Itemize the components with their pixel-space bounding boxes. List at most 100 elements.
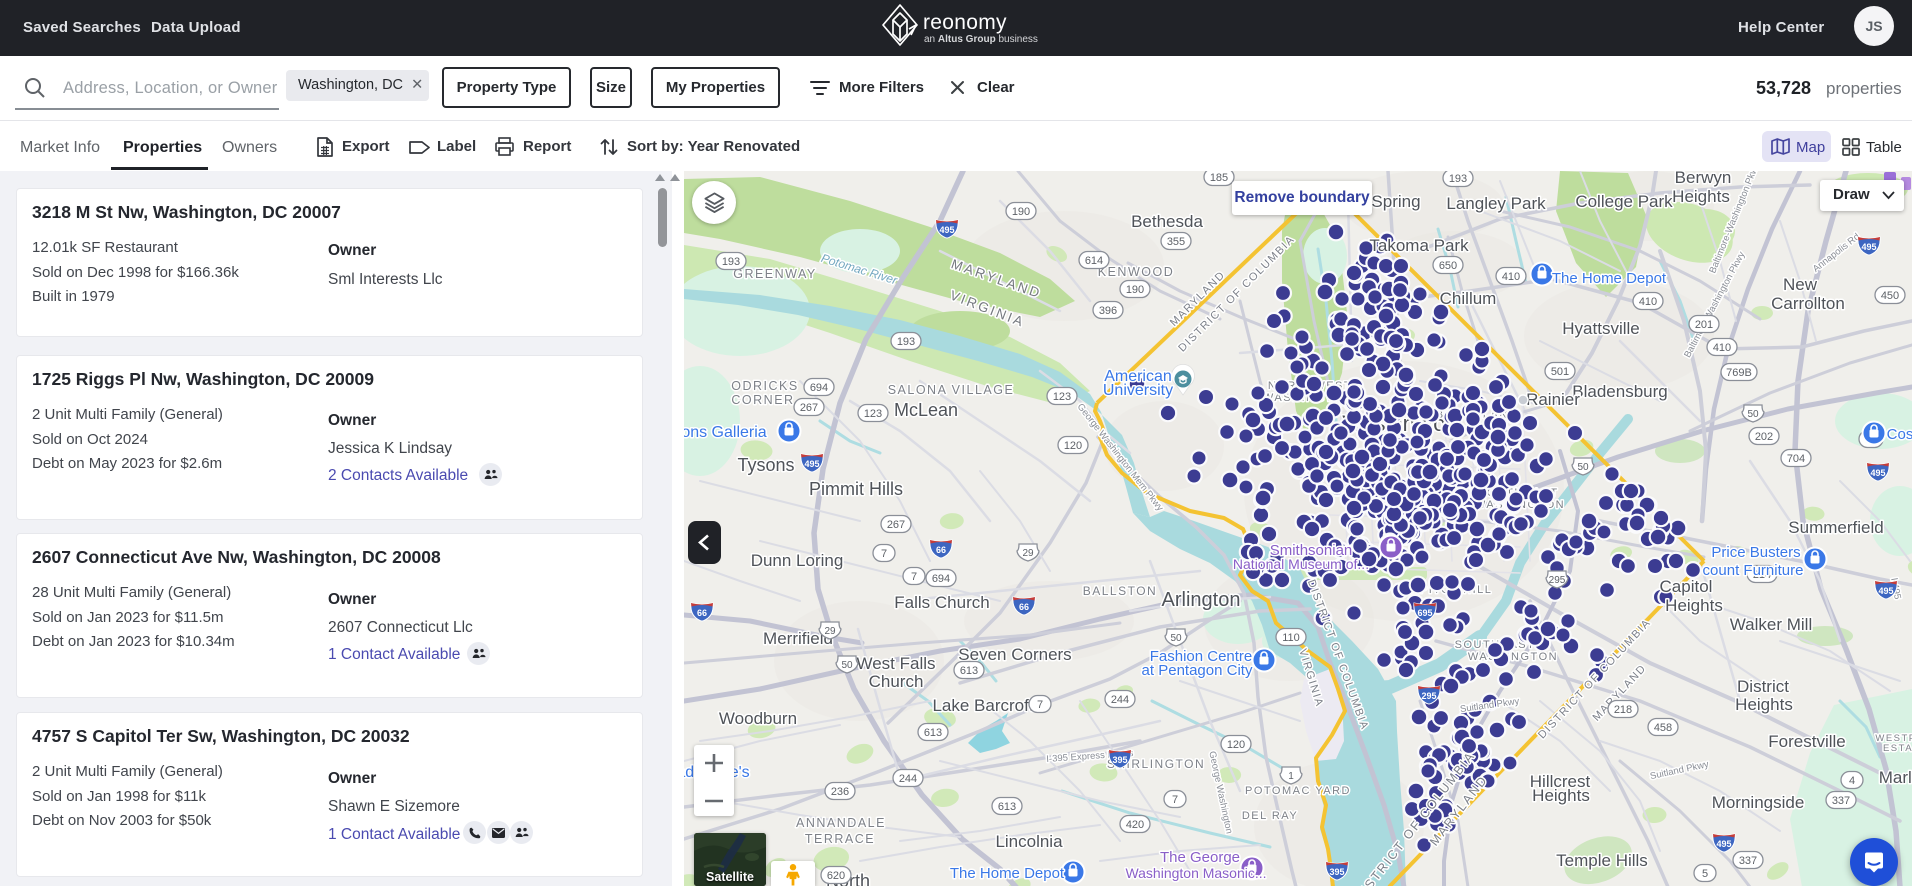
- svg-text:193: 193: [1449, 173, 1467, 185]
- svg-text:KENWOOD: KENWOOD: [1098, 265, 1174, 279]
- svg-text:201: 201: [1695, 319, 1713, 331]
- svg-text:ANNANDALE: ANNANDALE: [796, 816, 886, 830]
- svg-text:Washington Masonic...: Washington Masonic...: [1125, 865, 1266, 881]
- svg-text:244: 244: [899, 773, 917, 785]
- svg-text:295: 295: [1421, 691, 1436, 701]
- svg-text:495: 495: [1870, 468, 1885, 478]
- svg-text:Walker Mill: Walker Mill: [1730, 615, 1812, 634]
- svg-text:495: 495: [804, 459, 819, 469]
- svg-text:POTOMAC YARD: POTOMAC YARD: [1245, 785, 1351, 797]
- svg-text:193: 193: [722, 256, 740, 268]
- svg-text:The George: The George: [1160, 849, 1240, 866]
- svg-text:193: 193: [897, 336, 915, 348]
- svg-text:410: 410: [1713, 342, 1731, 354]
- svg-text:410: 410: [1502, 271, 1520, 283]
- svg-text:29: 29: [824, 626, 836, 637]
- svg-text:410: 410: [1639, 296, 1657, 308]
- svg-text:337: 337: [1832, 795, 1850, 807]
- svg-text:29: 29: [1022, 548, 1034, 559]
- svg-text:495: 495: [939, 225, 954, 235]
- svg-text:355: 355: [1167, 236, 1185, 248]
- svg-text:Cos: Cos: [1887, 426, 1912, 443]
- svg-text:Forestville: Forestville: [1768, 732, 1845, 751]
- svg-text:123: 123: [1053, 391, 1071, 403]
- svg-text:613: 613: [960, 665, 978, 677]
- svg-text:66: 66: [936, 545, 946, 555]
- svg-text:66: 66: [697, 608, 707, 618]
- svg-text:66: 66: [1019, 602, 1029, 612]
- svg-text:202: 202: [1755, 431, 1773, 443]
- svg-text:396: 396: [1099, 305, 1117, 317]
- svg-text:count Furniture: count Furniture: [1703, 562, 1804, 579]
- svg-text:613: 613: [924, 727, 942, 739]
- svg-text:420: 420: [1126, 819, 1144, 831]
- svg-text:267: 267: [800, 402, 818, 414]
- svg-text:395: 395: [1112, 755, 1127, 765]
- svg-text:Langley Park: Langley Park: [1446, 194, 1546, 213]
- svg-text:Bladensburg: Bladensburg: [1572, 382, 1667, 401]
- svg-text:50: 50: [1170, 633, 1182, 644]
- svg-text:50: 50: [1577, 462, 1589, 473]
- svg-text:614: 614: [1085, 255, 1103, 267]
- svg-text:Carrollton: Carrollton: [1771, 294, 1845, 313]
- svg-text:7: 7: [1172, 794, 1178, 806]
- svg-text:GREENWAY: GREENWAY: [733, 267, 817, 281]
- svg-text:ESTA: ESTA: [1883, 743, 1912, 754]
- svg-text:694: 694: [932, 573, 950, 585]
- svg-text:458: 458: [1654, 722, 1672, 734]
- svg-text:Heights: Heights: [1532, 786, 1590, 805]
- svg-text:at Pentagon City: at Pentagon City: [1142, 662, 1253, 679]
- svg-text:West Falls: West Falls: [856, 654, 935, 673]
- svg-text:267: 267: [887, 519, 905, 531]
- svg-text:Spring: Spring: [1371, 192, 1420, 211]
- svg-text:CORNER: CORNER: [731, 393, 794, 407]
- svg-text:Church: Church: [869, 672, 924, 691]
- svg-text:244: 244: [1111, 694, 1129, 706]
- svg-text:5: 5: [1702, 868, 1708, 880]
- svg-text:Hyattsville: Hyattsville: [1562, 319, 1639, 338]
- svg-text:Bethesda: Bethesda: [1131, 212, 1203, 231]
- svg-text:DEL RAY: DEL RAY: [1242, 810, 1298, 822]
- svg-text:Tysons: Tysons: [737, 455, 794, 475]
- svg-text:185: 185: [1210, 172, 1228, 184]
- svg-text:694: 694: [810, 382, 828, 394]
- svg-text:450: 450: [1881, 290, 1899, 302]
- svg-text:SALONA VILLAGE: SALONA VILLAGE: [888, 383, 1015, 397]
- svg-text:120: 120: [1064, 440, 1082, 452]
- svg-text:Marlb: Marlb: [1879, 768, 1912, 787]
- svg-text:TERRACE: TERRACE: [805, 832, 875, 846]
- svg-text:Dunn Loring: Dunn Loring: [751, 551, 844, 570]
- svg-text:7: 7: [911, 571, 917, 583]
- svg-text:ysons Galleria: ysons Galleria: [684, 424, 767, 441]
- svg-text:190: 190: [1012, 206, 1030, 218]
- svg-text:University: University: [1103, 382, 1173, 399]
- svg-text:769B: 769B: [1726, 367, 1752, 379]
- svg-text:Morningside: Morningside: [1712, 793, 1805, 812]
- svg-text:Woodburn: Woodburn: [719, 709, 797, 728]
- svg-text:50: 50: [841, 660, 853, 671]
- svg-text:7: 7: [1037, 699, 1043, 711]
- svg-text:Pimmit Hills: Pimmit Hills: [809, 479, 903, 499]
- svg-text:501: 501: [1551, 366, 1569, 378]
- svg-text:Price Busters: Price Busters: [1711, 544, 1800, 561]
- svg-text:Capitol: Capitol: [1660, 577, 1713, 596]
- svg-text:ODRICKS: ODRICKS: [731, 379, 798, 393]
- svg-text:Chillum: Chillum: [1440, 289, 1497, 308]
- svg-text:620: 620: [827, 870, 845, 882]
- svg-text:4: 4: [1849, 775, 1855, 787]
- svg-text:110: 110: [1282, 632, 1300, 644]
- svg-text:650: 650: [1439, 260, 1457, 272]
- svg-text:Lake Barcroft: Lake Barcroft: [932, 696, 1033, 715]
- svg-text:Heights: Heights: [1665, 596, 1723, 615]
- svg-text:7: 7: [881, 548, 887, 560]
- svg-text:Takoma Park: Takoma Park: [1369, 236, 1469, 255]
- svg-text:The Home Depot: The Home Depot: [950, 865, 1065, 882]
- svg-text:Arlington: Arlington: [1162, 589, 1241, 611]
- svg-text:495: 495: [1878, 586, 1893, 596]
- svg-text:BALLSTON: BALLSTON: [1083, 584, 1157, 598]
- svg-text:National Museum of...: National Museum of...: [1233, 556, 1369, 572]
- svg-text:McLean: McLean: [894, 400, 958, 420]
- svg-text:Berwyn: Berwyn: [1675, 171, 1732, 187]
- svg-text:Summerfield: Summerfield: [1788, 518, 1883, 537]
- svg-text:395: 395: [1329, 867, 1344, 877]
